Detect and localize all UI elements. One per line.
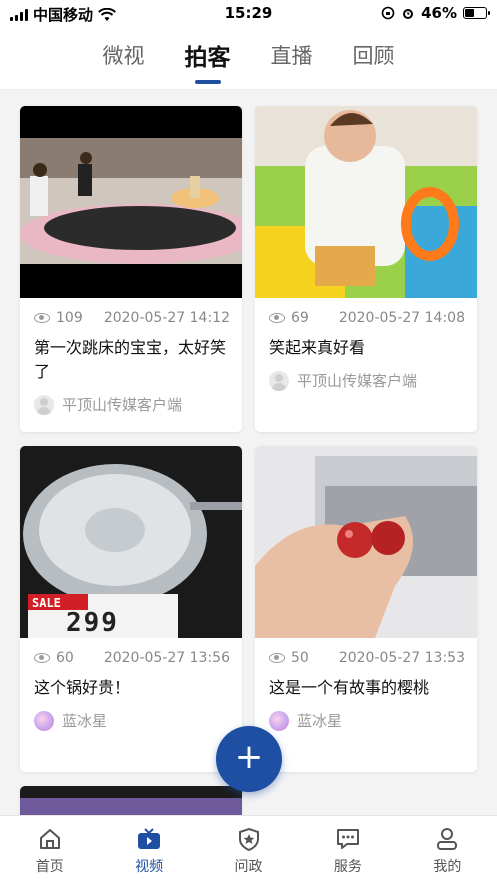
view-count-value: 109 xyxy=(56,310,83,326)
author[interactable]: 蓝冰星 xyxy=(20,700,242,743)
video-title[interactable]: 这是一个有故事的樱桃 xyxy=(255,666,477,700)
author-name: 蓝冰星 xyxy=(62,712,108,730)
view-count: 69 xyxy=(269,310,309,326)
video-title[interactable]: 第一次跳床的宝宝，太好笑了 xyxy=(20,326,242,384)
home-icon xyxy=(39,829,60,849)
video-thumbnail[interactable] xyxy=(20,106,242,298)
nav-label: 首页 xyxy=(35,859,64,875)
top-tabs: 微视 拍客 直播 回顾 xyxy=(0,26,497,90)
tab-paike[interactable]: 拍客 xyxy=(185,38,231,78)
eye-icon xyxy=(34,653,50,663)
battery-fill xyxy=(465,9,474,17)
author[interactable]: 平顶山传媒客户端 xyxy=(255,360,477,403)
video-title[interactable]: 笑起来真好看 xyxy=(255,326,477,360)
tab-weishi[interactable]: 微视 xyxy=(103,40,145,76)
video-thumbnail[interactable] xyxy=(20,786,242,815)
view-count: 60 xyxy=(34,650,74,666)
author[interactable]: 平顶山传媒客户端 xyxy=(20,384,242,427)
card-meta: 109 2020-05-27 14:12 xyxy=(20,298,242,326)
card-meta: 69 2020-05-27 14:08 xyxy=(255,298,477,326)
tab-zhibo[interactable]: 直播 xyxy=(271,40,313,76)
avatar xyxy=(34,710,54,731)
chat-icon xyxy=(336,829,359,849)
card-meta: 60 2020-05-27 13:56 xyxy=(20,638,242,666)
shield-star-icon xyxy=(238,827,259,852)
nav-item-home[interactable]: 首页 xyxy=(0,816,99,883)
author-name: 平顶山传媒客户端 xyxy=(62,396,183,414)
nav-label: 问政 xyxy=(234,859,263,875)
nav-item-video[interactable]: 视频 xyxy=(99,816,198,883)
price-value: 299 xyxy=(66,608,119,638)
view-count-value: 50 xyxy=(291,650,309,666)
nav-label: 我的 xyxy=(433,859,462,875)
video-card[interactable]: 69 2020-05-27 14:08 笑起来真好看 平顶山传媒客户端 xyxy=(255,106,477,432)
video-title[interactable]: 这个锅好贵！ xyxy=(20,666,242,700)
tv-icon xyxy=(138,828,161,849)
status-right: 46% xyxy=(381,4,490,22)
view-count-value: 69 xyxy=(291,310,309,326)
add-post-button[interactable]: + xyxy=(216,726,282,792)
status-bar: 中国移动 15:29 46% xyxy=(0,0,497,26)
view-count: 50 xyxy=(269,650,309,666)
nav-item-service[interactable]: 服务 xyxy=(298,816,397,883)
nav-item-mine[interactable]: 我的 xyxy=(398,816,497,883)
view-count: 109 xyxy=(34,310,83,326)
post-date: 2020-05-27 13:53 xyxy=(338,650,465,666)
bottom-nav: 首页 视频 问政 服务 我的 xyxy=(0,815,497,883)
post-date: 2020-05-27 13:56 xyxy=(103,650,230,666)
video-thumbnail[interactable] xyxy=(255,446,477,638)
avatar xyxy=(269,370,289,391)
battery-icon xyxy=(463,7,490,19)
avatar xyxy=(34,394,54,415)
author[interactable]: 蓝冰星 xyxy=(255,700,477,743)
battery-percent: 46% xyxy=(421,4,457,22)
video-card[interactable]: SALE 299 60 2020-05-27 13:56 这个锅好贵！ 蓝冰星 xyxy=(20,446,242,772)
author-name: 蓝冰星 xyxy=(297,712,343,730)
eye-icon xyxy=(34,313,50,323)
video-card[interactable]: 50 2020-05-27 13:53 这是一个有故事的樱桃 蓝冰星 xyxy=(255,446,477,772)
eye-icon xyxy=(269,313,285,323)
nav-label: 视频 xyxy=(135,859,164,875)
post-date: 2020-05-27 14:08 xyxy=(338,310,465,326)
video-card[interactable]: 109 2020-05-27 14:12 第一次跳床的宝宝，太好笑了 平顶山传媒… xyxy=(20,106,242,432)
video-feed: 109 2020-05-27 14:12 第一次跳床的宝宝，太好笑了 平顶山传媒… xyxy=(0,91,497,815)
user-icon xyxy=(437,828,458,850)
alarm-icon xyxy=(403,9,414,19)
nav-item-wenzheng[interactable]: 问政 xyxy=(199,816,298,883)
video-thumbnail[interactable] xyxy=(255,106,477,298)
post-date: 2020-05-27 14:12 xyxy=(103,310,230,326)
eye-icon xyxy=(269,653,285,663)
tab-huigu[interactable]: 回顾 xyxy=(353,40,395,76)
video-thumbnail[interactable]: SALE 299 xyxy=(20,446,242,638)
video-card[interactable] xyxy=(20,786,242,815)
orientation-lock-icon xyxy=(381,6,395,20)
card-meta: 50 2020-05-27 13:53 xyxy=(255,638,477,666)
price-tag: SALE 299 xyxy=(32,596,172,638)
avatar xyxy=(269,710,289,731)
nav-label: 服务 xyxy=(333,859,362,875)
view-count-value: 60 xyxy=(56,650,74,666)
author-name: 平顶山传媒客户端 xyxy=(297,372,418,390)
sale-label: SALE xyxy=(32,596,61,610)
